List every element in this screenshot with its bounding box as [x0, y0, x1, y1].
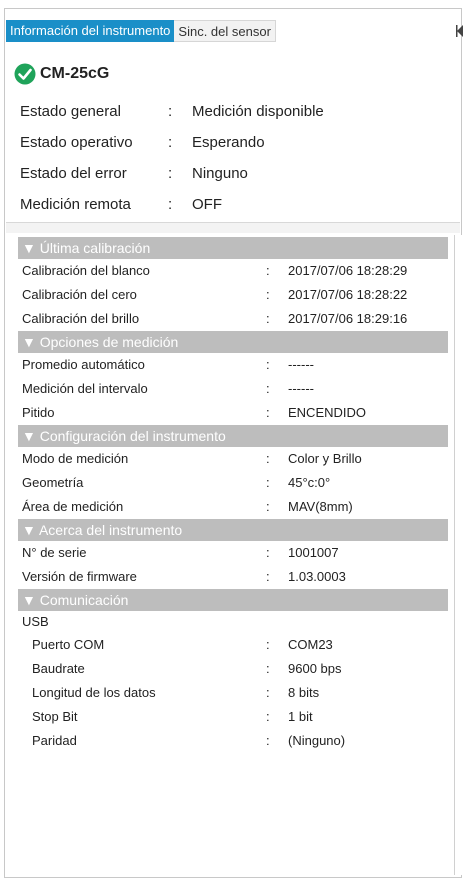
detail-value: ------ — [288, 357, 314, 372]
detail-value: 1.03.0003 — [288, 569, 346, 584]
detail-value: 2017/07/06 18:28:22 — [288, 287, 408, 302]
separator: : — [168, 134, 173, 151]
collapse-panel-icon[interactable] — [456, 24, 464, 38]
detail-value: Color y Brillo — [288, 451, 362, 466]
details-panel: ▼ Última calibración Calibración del bla… — [6, 222, 462, 878]
detail-value: (Ninguno) — [288, 733, 346, 748]
device-name: CM-25cG — [40, 65, 110, 82]
detail-row: Promedio automático : ------ — [18, 353, 448, 377]
detail-label: Versión de firmware — [22, 569, 137, 584]
tab-bar: Información del instrumento Sinc. del se… — [6, 20, 276, 42]
separator: : — [168, 103, 173, 120]
detail-label: Baudrate — [32, 661, 85, 676]
device-header: CM-25cG — [14, 60, 109, 88]
separator: : — [266, 661, 270, 676]
tab-sensor-sync[interactable]: Sinc. del sensor — [174, 20, 276, 42]
separator: : — [266, 381, 270, 396]
status-label: Estado operativo — [20, 134, 133, 151]
panel-divider — [6, 223, 460, 233]
section-header-measurement-options[interactable]: ▼ Opciones de medición — [18, 331, 448, 353]
section-header-instrument-config[interactable]: ▼ Configuración del instrumento — [18, 425, 448, 447]
detail-value: MAV(8mm) — [288, 499, 353, 514]
detail-value: 45°c:0° — [288, 475, 331, 490]
detail-value: 8 bits — [288, 685, 320, 700]
separator: : — [266, 311, 270, 326]
detail-value: 1001007 — [288, 545, 339, 560]
status-label: Estado general — [20, 103, 121, 120]
detail-value: COM23 — [288, 637, 333, 652]
separator: : — [168, 196, 173, 213]
status-value: Ninguno — [192, 165, 248, 182]
detail-value: 9600 bps — [288, 661, 342, 676]
detail-row: N° de serie : 1001007 — [18, 541, 448, 565]
detail-row: Modo de medición : Color y Brillo — [18, 447, 448, 471]
detail-value: ------ — [288, 381, 314, 396]
detail-value: ENCENDIDO — [288, 405, 367, 420]
separator: : — [266, 405, 270, 420]
detail-label: Calibración del cero — [22, 287, 137, 302]
detail-value: 2017/07/06 18:28:29 — [288, 263, 408, 278]
detail-row: Medición del intervalo : ------ — [18, 377, 448, 401]
detail-row: Longitud de los datos : 8 bits — [18, 681, 448, 705]
detail-row: Pitido : ENCENDIDO — [18, 401, 448, 425]
detail-row: Geometría : 45°c:0° — [18, 471, 448, 495]
detail-row: Calibración del cero : 2017/07/06 18:28:… — [18, 283, 448, 307]
detail-label: Calibración del blanco — [22, 263, 150, 278]
separator: : — [168, 165, 173, 182]
separator: : — [266, 287, 270, 302]
detail-row: Área de medición : MAV(8mm) — [18, 495, 448, 519]
status-value: OFF — [192, 196, 222, 213]
status-label: Estado del error — [20, 165, 127, 182]
separator: : — [266, 637, 270, 652]
detail-label: Modo de medición — [22, 451, 129, 466]
detail-label: Calibración del brillo — [22, 311, 140, 326]
status-value: Medición disponible — [192, 103, 324, 120]
separator: : — [266, 475, 270, 490]
detail-row: Calibración del blanco : 2017/07/06 18:2… — [18, 259, 448, 283]
status-value: Esperando — [192, 134, 265, 151]
section-header-communication[interactable]: ▼ Comunicación — [18, 589, 448, 611]
separator: : — [266, 685, 270, 700]
separator: : — [266, 451, 270, 466]
separator: : — [266, 733, 270, 748]
details-list: ▼ Última calibración Calibración del bla… — [18, 237, 448, 753]
section-header-about-instrument[interactable]: ▼ Acerca del instrumento — [18, 519, 448, 541]
separator: : — [266, 569, 270, 584]
detail-label: Stop Bit — [32, 709, 78, 724]
detail-value: 1 bit — [288, 709, 313, 724]
check-circle-icon — [14, 63, 36, 85]
detail-label: Puerto COM — [32, 637, 105, 652]
separator: : — [266, 545, 270, 560]
detail-row: Versión de firmware : 1.03.0003 — [18, 565, 448, 589]
vertical-scrollbar[interactable] — [454, 235, 462, 875]
status-label: Medición remota — [20, 196, 131, 213]
separator: : — [266, 499, 270, 514]
detail-label: Pitido — [22, 405, 55, 420]
detail-label: Paridad — [32, 733, 77, 748]
section-header-last-calibration[interactable]: ▼ Última calibración — [18, 237, 448, 259]
detail-row: Paridad : (Ninguno) — [18, 729, 448, 753]
separator: : — [266, 263, 270, 278]
detail-label: Promedio automático — [22, 357, 145, 372]
tab-instrument-info[interactable]: Información del instrumento — [6, 20, 175, 42]
detail-label: Longitud de los datos — [32, 685, 156, 700]
separator: : — [266, 357, 270, 372]
detail-label: Área de medición — [22, 499, 124, 514]
detail-row: Stop Bit : 1 bit — [18, 705, 448, 729]
detail-label: N° de serie — [22, 545, 87, 560]
detail-row: Calibración del brillo : 2017/07/06 18:2… — [18, 307, 448, 331]
detail-label: Medición del intervalo — [22, 381, 148, 396]
detail-row: Puerto COM : COM23 — [18, 633, 448, 657]
usb-group-label: USB — [22, 614, 49, 629]
detail-label: Geometría — [22, 475, 84, 490]
separator: : — [266, 709, 270, 724]
detail-value: 2017/07/06 18:29:16 — [288, 311, 408, 326]
detail-row: Baudrate : 9600 bps — [18, 657, 448, 681]
